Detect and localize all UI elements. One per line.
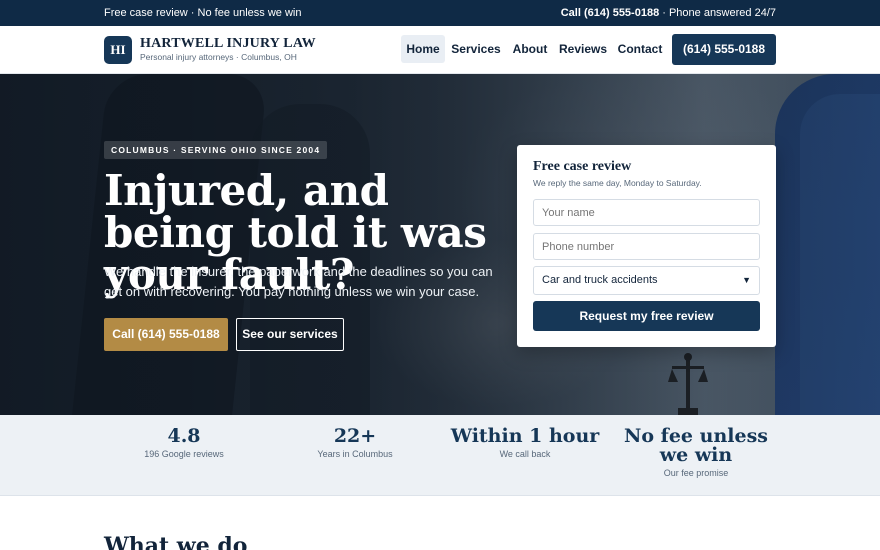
hero-section: COLUMBUS · SERVING OHIO SINCE 2004 Injur…	[0, 74, 880, 415]
form-subtitle: We reply the same day, Monday to Saturda…	[533, 178, 702, 188]
phone-hours-text: · Phone answered 24/7	[659, 7, 776, 19]
nav-reviews[interactable]: Reviews	[559, 35, 607, 63]
site-header: HI HARTWELL INJURY LAW Personal injury a…	[0, 26, 880, 74]
brand[interactable]: HARTWELL INJURY LAW Personal injury atto…	[140, 36, 316, 63]
logo-mark[interactable]: HI	[104, 36, 132, 64]
hero-badge: COLUMBUS · SERVING OHIO SINCE 2004	[104, 141, 328, 159]
top-utility-bar: Free case review · No fee unless we win …	[0, 0, 880, 26]
case-type-select[interactable]: Car and truck accidents ▼	[533, 266, 760, 295]
stat-value: Within 1 hour	[450, 425, 600, 447]
hero-call-button[interactable]: Call (614) 555-0188	[104, 318, 228, 351]
stats-strip: 4.8 196 Google reviews 22+ Years in Colu…	[0, 415, 880, 496]
request-review-button[interactable]: Request my free review	[533, 301, 760, 331]
stat-years: 22+ Years in Columbus	[275, 425, 435, 460]
header-call-button[interactable]: (614) 555-0188	[672, 34, 776, 65]
stat-label: Years in Columbus	[317, 449, 393, 459]
case-review-form: Free case review We reply the same day, …	[517, 145, 776, 347]
stat-label: We call back	[499, 449, 551, 459]
phone-notice: Call (614) 555-0188 · Phone answered 24/…	[561, 7, 776, 19]
nav-home[interactable]: Home	[401, 35, 445, 63]
case-type-value: Car and truck accidents	[542, 274, 658, 286]
brand-tagline: Personal injury attorneys · Columbus, OH	[140, 52, 297, 62]
form-title: Free case review	[533, 159, 632, 174]
stat-value: 4.8	[167, 425, 201, 447]
stat-value: No fee unless we win	[624, 425, 768, 466]
stat-rating: 4.8 196 Google reviews	[104, 425, 264, 460]
stat-fee-promise: No fee unless we win Our fee promise	[616, 425, 776, 479]
nav-services[interactable]: Services	[451, 35, 501, 63]
nav-about[interactable]: About	[509, 35, 551, 63]
services-heading: What we do	[104, 533, 248, 550]
stat-label: 196 Google reviews	[144, 449, 224, 459]
topbar-call-link[interactable]: Call (614) 555-0188	[561, 7, 659, 19]
stat-value: 22+	[333, 425, 377, 447]
hero-subcopy: We handle the insurer, the paperwork and…	[104, 264, 493, 299]
brand-name: HARTWELL INJURY LAW	[140, 36, 316, 51]
nav-contact[interactable]: Contact	[615, 35, 665, 63]
free-review-notice: Free case review · No fee unless we win	[104, 7, 302, 19]
phone-input[interactable]	[533, 233, 760, 260]
see-services-button[interactable]: See our services	[236, 318, 344, 351]
name-input[interactable]	[533, 199, 760, 226]
stat-label: Our fee promise	[663, 468, 729, 478]
chevron-down-icon: ▼	[742, 275, 751, 285]
scales-of-justice-icon	[668, 353, 708, 415]
stat-callback: Within 1 hour We call back	[445, 425, 605, 460]
